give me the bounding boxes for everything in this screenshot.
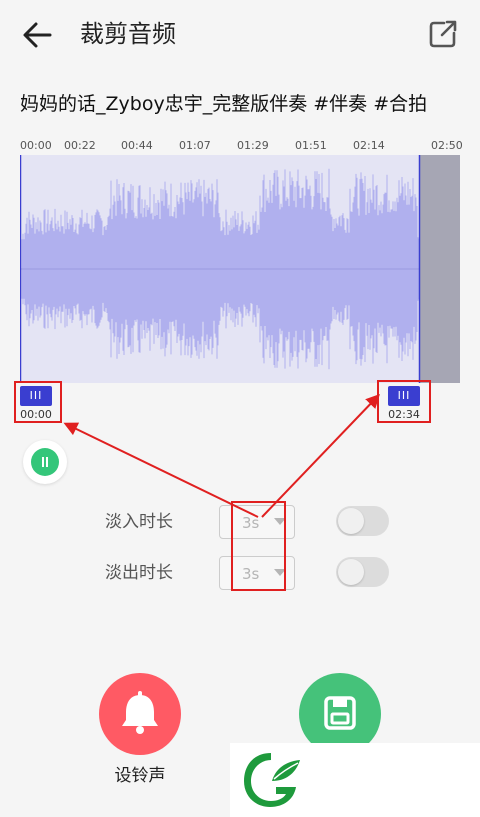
pause-icon [31, 448, 59, 476]
fade-out-label: 淡出时长 [105, 563, 173, 583]
leaf-logo [244, 753, 300, 807]
page-title: 裁剪音频 [80, 20, 176, 48]
timeline-tick: 01:51 [295, 139, 327, 152]
back-button[interactable] [20, 20, 54, 50]
timeline-tick: 02:50 [431, 139, 463, 152]
timeline-tick: 00:44 [121, 139, 153, 152]
toggle-knob [338, 508, 364, 534]
timeline-tick: 00:22 [64, 139, 96, 152]
bell-icon [122, 691, 158, 734]
timeline-tick: 00:00 [20, 139, 52, 152]
app-header: 裁剪音频 [0, 0, 480, 72]
set-ringtone-button[interactable] [99, 673, 181, 755]
annotation-box-duration [231, 501, 286, 591]
toggle-knob [338, 559, 364, 585]
waveform-editor[interactable] [20, 155, 460, 383]
annotation-box-end [377, 380, 431, 423]
arrow-left-icon [23, 22, 52, 48]
timeline-tick: 02:14 [353, 139, 385, 152]
fade-out-toggle[interactable] [336, 557, 389, 587]
external-link-icon [429, 20, 457, 48]
timeline-tick: 01:29 [237, 139, 269, 152]
annotation-box-start [14, 381, 62, 423]
selection-bounds [20, 155, 421, 383]
play-pause-button[interactable] [23, 440, 67, 484]
set-ringtone-label: 设铃声 [114, 766, 166, 786]
export-button[interactable] [426, 17, 460, 51]
fade-in-toggle[interactable] [336, 506, 389, 536]
timeline-tick: 01:07 [179, 139, 211, 152]
fade-in-label: 淡入时长 [105, 512, 173, 532]
track-name: 妈妈的话_Zyboy忠宇_完整版伴奏 #伴奏 #合拍 [20, 93, 428, 115]
timeline-ticks: 00:00 00:22 00:44 01:07 01:29 01:51 02:1… [0, 139, 480, 155]
watermark-area [230, 743, 480, 817]
